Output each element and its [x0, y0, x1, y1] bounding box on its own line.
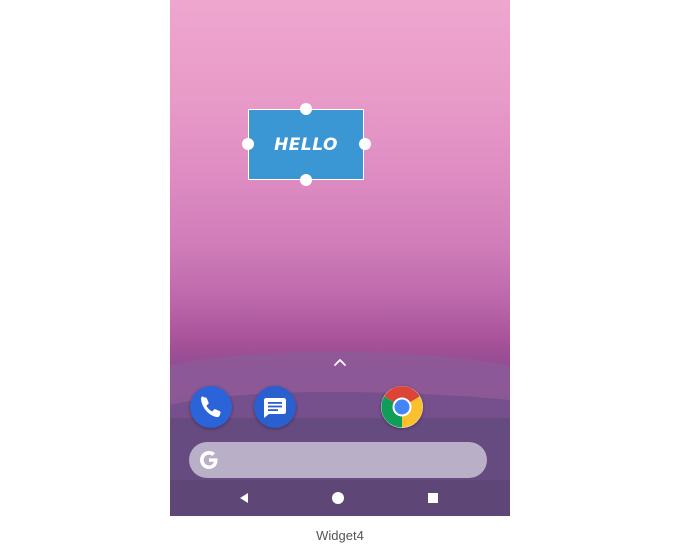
resize-handle-right[interactable] [359, 138, 371, 150]
messages-app-icon[interactable] [254, 386, 296, 428]
caption-label: Widget4 [316, 528, 364, 543]
messages-icon [264, 398, 286, 418]
android-home-screen: HELLO [170, 0, 510, 516]
home-circle-icon[interactable] [332, 492, 344, 504]
google-g-icon [200, 451, 218, 469]
back-triangle-icon[interactable] [238, 492, 250, 504]
screenshot-frame: HELLO Widget4 [0, 0, 680, 547]
phone-icon [200, 396, 221, 418]
phone-app-icon[interactable] [190, 386, 232, 428]
resize-handle-bottom[interactable] [300, 174, 312, 186]
chrome-app-icon[interactable] [381, 386, 423, 428]
hello-widget[interactable]: HELLO [248, 109, 364, 180]
resize-handle-left[interactable] [242, 138, 254, 150]
widget-text: HELLO [274, 134, 338, 155]
google-search-bar[interactable] [189, 442, 487, 478]
resize-handle-top[interactable] [300, 103, 312, 115]
chevron-up-icon[interactable] [330, 354, 350, 370]
chrome-icon [381, 386, 423, 428]
recents-square-icon[interactable] [428, 493, 438, 503]
